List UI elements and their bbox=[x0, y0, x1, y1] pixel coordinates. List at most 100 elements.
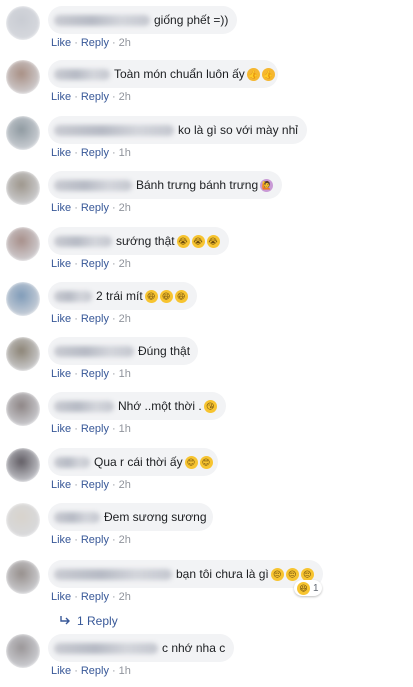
avatar[interactable] bbox=[6, 634, 40, 668]
grinning-face-icon: 😆 bbox=[159, 289, 173, 303]
avatar[interactable] bbox=[6, 337, 40, 371]
like-link[interactable]: Like bbox=[51, 368, 71, 380]
author-name-blurred[interactable] bbox=[54, 235, 112, 247]
grinning-face-icon: 😆 bbox=[144, 289, 158, 303]
separator-dot: · bbox=[74, 147, 78, 159]
comment-bubble: Đem sương sương bbox=[48, 503, 213, 531]
separator-dot: · bbox=[74, 202, 78, 214]
relieved-face-icon: 😔 bbox=[270, 567, 284, 581]
comment-actions: Like · Reply · 1h bbox=[51, 146, 131, 160]
author-name-blurred[interactable] bbox=[54, 511, 100, 523]
comment-text: c nhớ nha c bbox=[162, 641, 226, 655]
like-link[interactable]: Like bbox=[51, 91, 71, 103]
separator-dot: · bbox=[111, 313, 116, 325]
avatar[interactable] bbox=[6, 560, 40, 594]
comment-item: 2 trái mít 😆 😆 😆 Like · Reply · 2h bbox=[0, 282, 413, 334]
like-link[interactable]: Like bbox=[51, 202, 71, 214]
separator-dot: · bbox=[74, 423, 78, 435]
author-name-blurred[interactable] bbox=[54, 345, 134, 357]
author-name-blurred[interactable] bbox=[54, 568, 172, 580]
separator-dot: · bbox=[111, 665, 116, 677]
author-name-blurred[interactable] bbox=[54, 290, 92, 302]
avatar[interactable] bbox=[6, 116, 40, 150]
comment-timestamp[interactable]: 2h bbox=[119, 37, 131, 49]
comment-timestamp[interactable]: 1h bbox=[119, 423, 131, 435]
comment-actions: Like · Reply · 2h bbox=[51, 478, 131, 492]
comment-bubble: 2 trái mít 😆 😆 😆 bbox=[48, 282, 197, 310]
comment-timestamp[interactable]: 2h bbox=[119, 313, 131, 325]
separator-dot: · bbox=[74, 534, 78, 546]
separator-dot: · bbox=[74, 313, 78, 325]
reply-link[interactable]: Reply bbox=[81, 202, 109, 214]
separator-dot: · bbox=[111, 534, 116, 546]
comment-timestamp[interactable]: 1h bbox=[119, 368, 131, 380]
like-link[interactable]: Like bbox=[51, 37, 71, 49]
reply-link[interactable]: Reply bbox=[81, 479, 109, 491]
comment-bubble: Nhớ ..một thời . 😘 bbox=[48, 392, 226, 420]
comment-text: Qua r cái thời ấy bbox=[94, 455, 183, 469]
author-name-blurred[interactable] bbox=[54, 124, 174, 136]
avatar[interactable] bbox=[6, 171, 40, 205]
like-link[interactable]: Like bbox=[51, 479, 71, 491]
avatar[interactable] bbox=[6, 503, 40, 537]
reply-link[interactable]: Reply bbox=[81, 534, 109, 546]
crying-face-icon: 😭 bbox=[191, 234, 205, 248]
like-link[interactable]: Like bbox=[51, 313, 71, 325]
reply-link[interactable]: Reply bbox=[81, 147, 109, 159]
author-name-blurred[interactable] bbox=[54, 14, 150, 26]
reaction-count: 1 bbox=[313, 582, 319, 594]
avatar[interactable] bbox=[6, 6, 40, 40]
comment-timestamp[interactable]: 1h bbox=[119, 665, 131, 677]
comment-text: bạn tôi chưa là gì bbox=[176, 567, 269, 581]
view-replies-link[interactable]: 1 Reply bbox=[60, 613, 118, 629]
comment-bubble: Toàn món chuẩn luôn ấy 👍 👍 bbox=[48, 60, 278, 88]
like-link[interactable]: Like bbox=[51, 258, 71, 270]
separator-dot: · bbox=[111, 202, 116, 214]
separator-dot: · bbox=[111, 368, 116, 380]
comment-item: Đúng thật Like · Reply · 1h bbox=[0, 337, 413, 389]
reply-link[interactable]: Reply bbox=[81, 258, 109, 270]
avatar[interactable] bbox=[6, 60, 40, 94]
reply-link[interactable]: Reply bbox=[81, 591, 109, 603]
author-name-blurred[interactable] bbox=[54, 68, 110, 80]
reply-link[interactable]: Reply bbox=[81, 665, 109, 677]
author-name-blurred[interactable] bbox=[54, 456, 90, 468]
comment-timestamp[interactable]: 2h bbox=[119, 479, 131, 491]
reply-link[interactable]: Reply bbox=[81, 37, 109, 49]
avatar[interactable] bbox=[6, 448, 40, 482]
comment-bubble: c nhớ nha c bbox=[48, 634, 235, 662]
like-link[interactable]: Like bbox=[51, 591, 71, 603]
reply-link[interactable]: Reply bbox=[81, 91, 109, 103]
comment-timestamp[interactable]: 2h bbox=[119, 534, 131, 546]
separator-dot: · bbox=[74, 258, 78, 270]
like-link[interactable]: Like bbox=[51, 665, 71, 677]
comment-timestamp[interactable]: 2h bbox=[119, 91, 131, 103]
comment-timestamp[interactable]: 2h bbox=[119, 258, 131, 270]
author-name-blurred[interactable] bbox=[54, 642, 158, 654]
reply-link[interactable]: Reply bbox=[81, 423, 109, 435]
comment-item: Toàn món chuẩn luôn ấy 👍 👍 Like · Reply · 2h bbox=[0, 60, 413, 112]
comment-timestamp[interactable]: 2h bbox=[119, 591, 131, 603]
comment-timestamp[interactable]: 2h bbox=[119, 202, 131, 214]
avatar[interactable] bbox=[6, 392, 40, 426]
comment-bubble: bạn tôi chưa là gì 😔 😔 😔 bbox=[48, 560, 323, 588]
comment-actions: Like · Reply · 2h bbox=[51, 201, 131, 215]
reaction-count-badge[interactable]: 😆 1 bbox=[294, 580, 322, 596]
like-link[interactable]: Like bbox=[51, 534, 71, 546]
comment-actions: Like · Reply · 1h bbox=[51, 664, 131, 678]
person-gesturing-icon: 🙋 bbox=[260, 178, 274, 192]
author-name-blurred[interactable] bbox=[54, 179, 132, 191]
comment-timestamp[interactable]: 1h bbox=[119, 147, 131, 159]
avatar[interactable] bbox=[6, 282, 40, 316]
reply-link[interactable]: Reply bbox=[81, 368, 109, 380]
like-link[interactable]: Like bbox=[51, 147, 71, 159]
reply-link[interactable]: Reply bbox=[81, 313, 109, 325]
like-link[interactable]: Like bbox=[51, 423, 71, 435]
crying-face-icon: 😭 bbox=[206, 234, 220, 248]
separator-dot: · bbox=[74, 37, 78, 49]
separator-dot: · bbox=[111, 91, 116, 103]
comment-actions: Like · Reply · 2h bbox=[51, 90, 131, 104]
author-name-blurred[interactable] bbox=[54, 400, 114, 412]
comment-bubble: sướng thật 😭 😭 😭 bbox=[48, 227, 229, 255]
avatar[interactable] bbox=[6, 227, 40, 261]
